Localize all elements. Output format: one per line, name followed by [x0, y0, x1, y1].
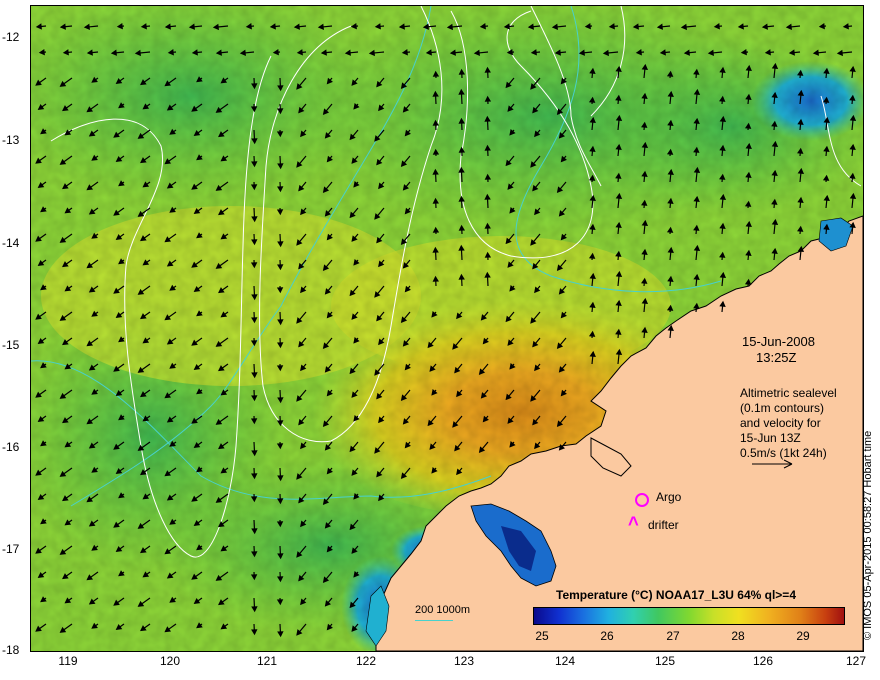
colorbar-tick: 25: [535, 629, 549, 643]
x-tick: 119: [58, 654, 78, 668]
colorbar-title: Temperature (°C) NOAA17_L3U 64% ql>=4: [556, 588, 796, 602]
bathymetry-scale-line: [415, 620, 453, 621]
x-tick: 124: [554, 654, 576, 668]
desc-line: and velocity for: [740, 416, 821, 430]
y-tick: -15: [2, 338, 20, 352]
y-tick: -17: [2, 542, 20, 556]
x-tick: 126: [752, 654, 774, 668]
x-tick: 127: [845, 654, 867, 668]
colorbar: [533, 607, 845, 625]
map-canvas: [31, 6, 863, 651]
y-tick: -13: [2, 133, 20, 147]
y-tick: -16: [2, 440, 20, 454]
y-tick: -12: [2, 30, 20, 44]
legend-argo: Argo: [656, 490, 682, 504]
argo-marker-icon: [635, 493, 649, 507]
drifter-marker-icon: >: [623, 515, 644, 527]
x-tick: 125: [654, 654, 676, 668]
y-tick: -14: [2, 236, 20, 250]
x-tick: 122: [355, 654, 377, 668]
colorbar-tick: 29: [796, 629, 810, 643]
sst-map: [30, 5, 864, 652]
legend-drifter: drifter: [648, 518, 679, 532]
map-time: 13:25Z: [756, 350, 797, 365]
y-tick: -18: [2, 643, 20, 657]
desc-line: (0.1m contours): [740, 401, 825, 415]
bathymetry-scale-label: 200 1000m: [415, 604, 471, 616]
colorbar-tick: 26: [600, 629, 614, 643]
x-tick: 120: [159, 654, 181, 668]
credit-text: © IMOS 05-Apr-2015 00:58:27 Hobart time: [862, 430, 874, 640]
velocity-scale-arrow: [752, 459, 793, 469]
desc-line: Altimetric sealevel: [740, 386, 837, 400]
desc-line: 15-Jun 13Z: [740, 431, 801, 445]
x-tick: 121: [256, 654, 278, 668]
colorbar-tick: 27: [666, 629, 680, 643]
colorbar-tick: 28: [731, 629, 745, 643]
x-tick: 123: [453, 654, 475, 668]
map-date: 15-Jun-2008: [742, 334, 815, 349]
